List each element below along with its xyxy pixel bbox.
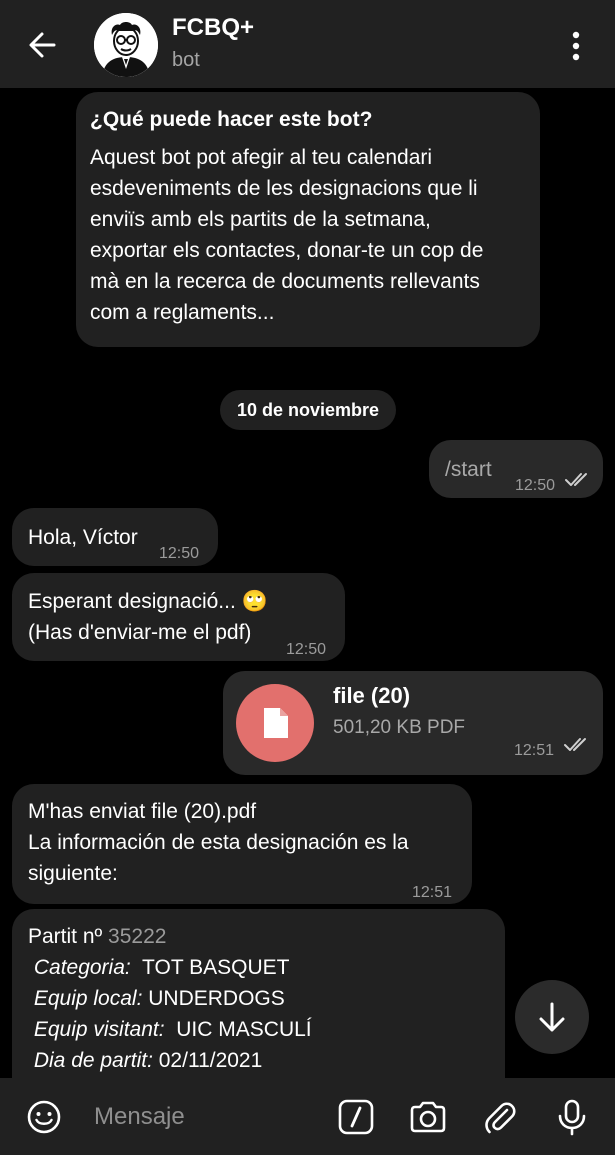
more-vert-icon: [572, 31, 580, 61]
message-text: La información de esta designación es la: [28, 831, 409, 854]
away-team-value: UIC MASCULÍ: [176, 1018, 312, 1041]
chat-subtitle: bot: [172, 49, 200, 71]
scroll-to-bottom-button[interactable]: [515, 980, 589, 1054]
file-size: 501,20 KB PDF: [333, 717, 466, 738]
date-separator: 10 de noviembre: [220, 390, 396, 430]
description-line: Aquest bot pot afegir al teu calendari: [90, 146, 433, 169]
description-line: com a reglaments...: [90, 301, 275, 324]
description-line: exportar els contactes, donar-te un cop …: [90, 239, 484, 262]
emoji-button[interactable]: [24, 1097, 64, 1137]
match-number-label: Partit nº: [28, 925, 103, 948]
message-text: (Has d'enviar-me el pdf): [28, 621, 252, 644]
match-date-label: Dia de partit:: [33, 1049, 153, 1072]
message-text: Hola, Víctor: [28, 526, 138, 549]
attach-icon: [485, 1102, 516, 1134]
more-options-button[interactable]: [560, 26, 592, 66]
incoming-message[interactable]: Esperant designació... 🙄 (Has d'enviar-m…: [12, 573, 345, 661]
arrow-left-icon: [29, 32, 56, 58]
outgoing-file-message[interactable]: file (20) 501,20 KB PDF 12:51: [223, 671, 603, 775]
message-time: 12:50: [515, 477, 556, 494]
match-number: 35222: [108, 925, 167, 948]
avatar[interactable]: [94, 13, 158, 77]
message-input[interactable]: [88, 1100, 330, 1134]
file-open-button[interactable]: [236, 684, 314, 762]
outgoing-message[interactable]: /start 12:50: [429, 440, 603, 498]
arrow-down-icon: [539, 1002, 565, 1032]
bot-description-text: Aquest bot pot afegir al teu calendari e…: [90, 142, 526, 328]
category-label: Categoria:: [33, 956, 131, 979]
message-time: 12:51: [412, 884, 453, 901]
home-team-line: Equip local: UNDERDOGS: [28, 983, 489, 1014]
home-team-label: Equip local:: [33, 987, 143, 1010]
description-line: mà en la recerca de documents rellevants: [90, 270, 480, 293]
double-check-icon: [564, 738, 586, 751]
incoming-message[interactable]: Hola, Víctor 12:50: [12, 508, 218, 566]
message-list[interactable]: ¿Qué puede hacer este bot? Aquest bot po…: [0, 88, 615, 1078]
match-date-line: Dia de partit: 02/11/2021: [28, 1045, 489, 1076]
mic-icon: [558, 1099, 586, 1136]
message-time: 12:51: [514, 742, 555, 759]
description-line: esdeveniments de les designacions que li: [90, 177, 478, 200]
chat-title[interactable]: FCBQ+: [172, 14, 254, 42]
away-team-line: Equip visitant: UIC MASCULÍ: [28, 1014, 489, 1045]
document-icon: [264, 708, 288, 738]
message-text: M'has enviat file (20).pdf: [28, 800, 257, 823]
camera-icon: [410, 1101, 446, 1133]
bot-description-title: ¿Qué puede hacer este bot?: [90, 108, 373, 131]
bot-commands-button[interactable]: [336, 1097, 376, 1137]
double-check-icon: [565, 473, 587, 486]
message-text: Esperant designació... 🙄: [28, 590, 268, 613]
message-input-bar: [0, 1078, 615, 1155]
home-team-value: UNDERDOGS: [148, 987, 285, 1010]
back-button[interactable]: [22, 24, 64, 66]
bot-description-card: ¿Qué puede hacer este bot? Aquest bot po…: [76, 92, 540, 347]
incoming-message[interactable]: Partit nº 35222 Categoria: TOT BASQUET E…: [12, 909, 505, 1078]
match-date-value: 02/11/2021: [158, 1049, 263, 1072]
emoji-icon: [27, 1100, 61, 1134]
camera-button[interactable]: [408, 1097, 448, 1137]
message-time: 12:50: [286, 641, 327, 658]
description-line: enviïs amb els partits de la setmana,: [90, 208, 431, 231]
file-name[interactable]: file (20): [333, 680, 410, 711]
message-time: 12:50: [159, 545, 200, 562]
category-value: TOT BASQUET: [142, 956, 290, 979]
incoming-message[interactable]: M'has enviat file (20).pdf La informació…: [12, 784, 472, 904]
chat-header: FCBQ+ bot: [0, 0, 615, 88]
category-line: Categoria: TOT BASQUET: [28, 952, 489, 983]
match-number-line: Partit nº 35222: [28, 921, 489, 952]
voice-message-button[interactable]: [552, 1097, 592, 1137]
attach-button[interactable]: [480, 1097, 520, 1137]
message-text: siguiente:: [28, 862, 118, 885]
bot-avatar-icon: [94, 13, 158, 77]
command-icon: [338, 1099, 374, 1135]
away-team-label: Equip visitant:: [33, 1018, 165, 1041]
message-text: /start: [445, 458, 492, 481]
